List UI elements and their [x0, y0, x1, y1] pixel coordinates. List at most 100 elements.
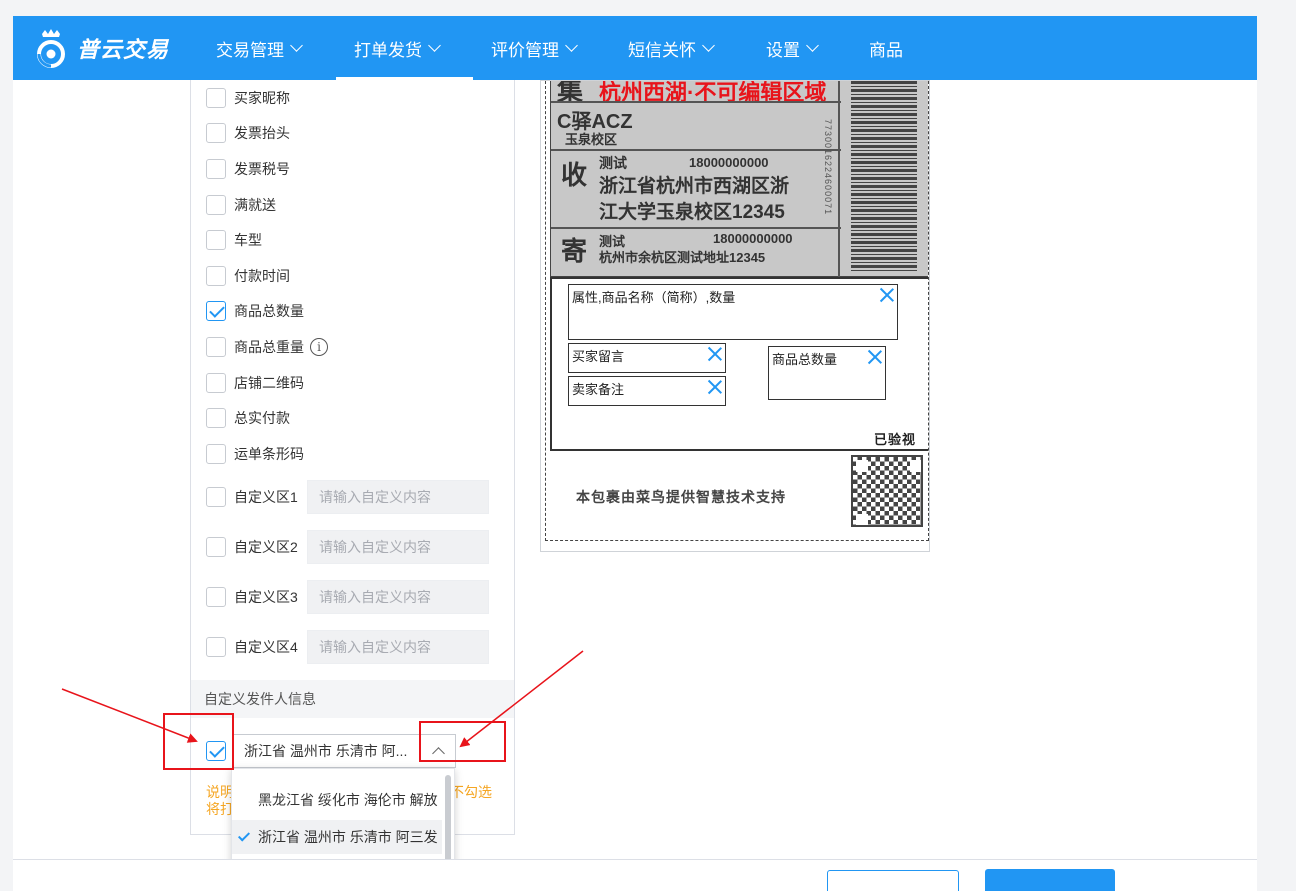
- field-row-shop-qr[interactable]: 店铺二维码: [206, 372, 304, 394]
- top-nav-bar: 普云交易 交易管理 打单发货 评价管理 短信关怀 设置 商品: [13, 16, 1257, 80]
- sender-option-selected[interactable]: 浙江省 温州市 乐清市 阿三发: [232, 820, 442, 854]
- waybill-label: 集 杭州西湖·不可编辑区域 C驿ACZ 玉泉校区 收 测试 1800000000…: [545, 81, 929, 541]
- nav-label: 交易管理: [216, 40, 284, 60]
- divider: [551, 101, 841, 103]
- field-row-car-model[interactable]: 车型: [206, 229, 262, 251]
- field-label: 自定义区1: [234, 489, 298, 505]
- sender-address: 杭州市余杭区测试地址12345: [599, 250, 766, 265]
- seller-note-box[interactable]: 卖家备注: [568, 376, 726, 406]
- field-row-waybill-barcode[interactable]: 运单条形码: [206, 443, 304, 465]
- close-icon[interactable]: [707, 379, 723, 395]
- custom-area-1-input[interactable]: 请输入自定义内容: [307, 480, 489, 514]
- field-row-total-quantity[interactable]: 商品总数量: [206, 300, 304, 322]
- checkbox[interactable]: [206, 587, 226, 607]
- waybill-barcode: [851, 81, 917, 271]
- annotation-box-dropdown-toggle: [419, 721, 506, 762]
- secondary-button[interactable]: [827, 870, 959, 891]
- station-sub: 玉泉校区: [565, 132, 618, 147]
- info-icon[interactable]: i: [310, 338, 328, 356]
- inspected-stamp: 已验视: [873, 432, 916, 447]
- seller-note-label: 卖家备注: [572, 382, 625, 397]
- nav-sms-care[interactable]: 短信关怀: [628, 16, 715, 80]
- sender-mark: 寄: [561, 236, 588, 266]
- custom-area-4[interactable]: 自定义区4: [206, 636, 298, 658]
- field-row-invoice-title[interactable]: 发票抬头: [206, 122, 290, 144]
- bottom-action-bar: [13, 859, 1257, 891]
- sender-option[interactable]: 黑龙江省 绥化市 海伦市 解放: [232, 783, 442, 817]
- option-label: 浙江省 温州市 乐清市 阿三发: [258, 829, 438, 845]
- nav-print-ship[interactable]: 打单发货: [336, 16, 473, 80]
- checkbox[interactable]: [206, 373, 226, 393]
- checkbox[interactable]: [206, 230, 226, 250]
- close-icon[interactable]: [867, 349, 883, 365]
- checkbox[interactable]: [206, 487, 226, 507]
- close-icon[interactable]: [879, 287, 895, 303]
- checkbox[interactable]: [206, 537, 226, 557]
- nav-products[interactable]: 商品: [869, 16, 903, 80]
- nav-trade-management[interactable]: 交易管理: [216, 16, 303, 80]
- receiver-phone: 18000000000: [689, 155, 769, 170]
- checkbox-checked[interactable]: [206, 301, 226, 321]
- chevron-down-icon: [428, 38, 441, 52]
- nav-review-management[interactable]: 评价管理: [491, 16, 578, 80]
- checkbox[interactable]: [206, 159, 226, 179]
- sender-phone: 18000000000: [713, 231, 793, 246]
- field-row-payment-time[interactable]: 付款时间: [206, 265, 290, 287]
- checkbox[interactable]: [206, 123, 226, 143]
- custom-area-2-input[interactable]: 请输入自定义内容: [307, 530, 489, 564]
- nav-settings[interactable]: 设置: [766, 16, 819, 80]
- nav-label: 设置: [766, 40, 800, 60]
- field-row-total-weight[interactable]: 商品总重量 i: [206, 336, 328, 358]
- brand-logo[interactable]: 普云交易: [33, 26, 169, 70]
- items-field-box[interactable]: 属性,商品名称（简称）,数量: [568, 284, 898, 340]
- note-text-right: 不勾选: [450, 784, 492, 800]
- field-row-gift-promo[interactable]: 满就送: [206, 194, 276, 216]
- checkbox[interactable]: [206, 88, 226, 108]
- field-label: 总实付款: [234, 410, 290, 426]
- receiver-mark: 收: [561, 160, 588, 190]
- check-icon: [237, 829, 251, 842]
- field-label: 发票抬头: [234, 125, 290, 141]
- checkbox[interactable]: [206, 637, 226, 657]
- total-quantity-box[interactable]: 商品总数量: [768, 346, 886, 400]
- buyer-message-box[interactable]: 买家留言: [568, 343, 726, 373]
- checkbox[interactable]: [206, 444, 226, 464]
- primary-button[interactable]: [985, 869, 1115, 891]
- field-row-buyer-nickname[interactable]: 买家昵称: [206, 87, 290, 109]
- checkbox[interactable]: [206, 408, 226, 428]
- close-icon[interactable]: [707, 346, 723, 362]
- checkbox[interactable]: [206, 195, 226, 215]
- custom-area-1[interactable]: 自定义区1: [206, 486, 298, 508]
- buyer-message-label: 买家留言: [572, 349, 625, 364]
- brand-name: 普云交易: [77, 37, 170, 62]
- dropdown-vertical-scrollbar[interactable]: [445, 775, 451, 867]
- custom-area-4-input[interactable]: 请输入自定义内容: [307, 630, 489, 664]
- waybill-preview: 集 杭州西湖·不可编辑区域 C驿ACZ 玉泉校区 收 测试 1800000000…: [540, 80, 930, 552]
- field-label: 满就送: [234, 197, 276, 213]
- field-row-total-paid[interactable]: 总实付款: [206, 407, 290, 429]
- logo-icon: [33, 28, 69, 68]
- sender-select-value: 浙江省 温州市 乐清市 阿...: [244, 743, 408, 759]
- divider: [838, 81, 840, 277]
- field-label: 店铺二维码: [234, 375, 304, 391]
- nav-label: 商品: [869, 40, 903, 60]
- field-label: 商品总重量: [234, 339, 304, 355]
- note-text-left: 说明: [206, 784, 234, 800]
- field-row-invoice-tax-id[interactable]: 发票税号: [206, 158, 290, 180]
- barcode-digits: 7730016224600071: [823, 119, 833, 216]
- checkbox[interactable]: [206, 266, 226, 286]
- screenshot-stage: 普云交易 交易管理 打单发货 评价管理 短信关怀 设置 商品 买家昵称 发票抬头…: [0, 0, 1296, 891]
- receiver-address-line1: 浙江省杭州市西湖区浙: [599, 176, 790, 197]
- field-label: 运单条形码: [234, 446, 304, 462]
- chevron-down-icon: [565, 38, 578, 52]
- divider: [551, 227, 841, 229]
- custom-area-3-input[interactable]: 请输入自定义内容: [307, 580, 489, 614]
- cainiao-footer: 本包裹由菜鸟提供智慧技术支持: [576, 489, 786, 505]
- field-label: 付款时间: [234, 268, 290, 284]
- custom-area-3[interactable]: 自定义区3: [206, 586, 298, 608]
- checkbox[interactable]: [206, 337, 226, 357]
- chevron-down-icon: [290, 38, 303, 52]
- field-label: 自定义区4: [234, 639, 298, 655]
- custom-area-2[interactable]: 自定义区2: [206, 536, 298, 558]
- field-label: 自定义区3: [234, 589, 298, 605]
